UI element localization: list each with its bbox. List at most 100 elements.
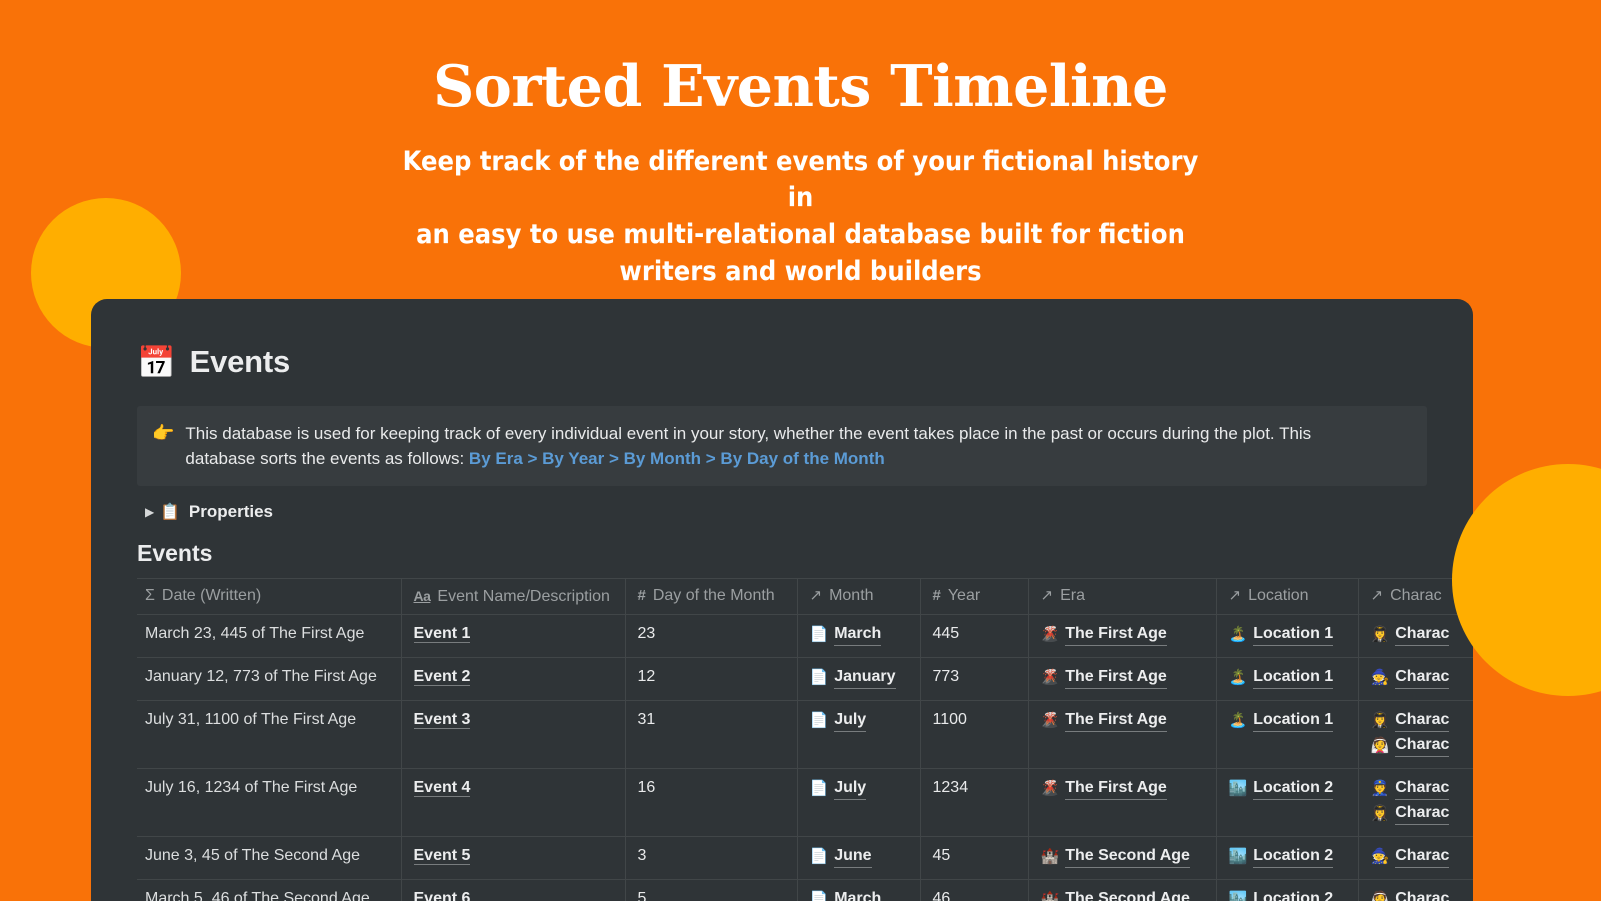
database-title: Events: [137, 540, 213, 566]
table-row[interactable]: March 5, 46 of The Second Age Event 6 5 📄 Ma…: [137, 879, 1474, 901]
relation-chip[interactable]: 🌋 The First Age: [1041, 709, 1204, 732]
event-page-link[interactable]: Event 1: [413, 625, 471, 643]
cell-location: 🏝️ Location 1: [1216, 700, 1359, 769]
relation-chip[interactable]: 🏙️ Location 2: [1229, 845, 1346, 868]
column-header-day-of-the-month[interactable]: # Day of the Month: [625, 578, 798, 615]
relation-emoji-icon: 📄: [809, 779, 829, 797]
table-row[interactable]: January 12, 773 of The First Age Event 2 1…: [137, 657, 1474, 701]
table-row[interactable]: July 16, 1234 of The First Age Event 4 16 📄…: [137, 768, 1474, 837]
relation-chip[interactable]: 🏝️ Location 1: [1229, 623, 1346, 646]
page-subtitle: Keep track of the different events of yo…: [402, 145, 1199, 287]
cell-year[interactable]: 445: [920, 614, 1029, 658]
info-callout: 👉 This database is used for keeping trac…: [137, 406, 1427, 486]
cell-day-of-month[interactable]: 16: [625, 768, 798, 837]
relation-chip[interactable]: 📄 June: [810, 845, 908, 868]
relation-label: The First Age: [1065, 777, 1167, 800]
cell-day-of-month[interactable]: 31: [625, 700, 798, 769]
table-row[interactable]: March 23, 445 of The First Age Event 1 23 📄…: [137, 614, 1474, 658]
relation-chip[interactable]: 🏙️ Location 2: [1229, 888, 1346, 901]
column-header-location[interactable]: ↗ Location: [1216, 578, 1359, 615]
event-page-link[interactable]: Event 3: [413, 711, 471, 729]
column-header-year[interactable]: # Year: [920, 578, 1029, 615]
event-page-link[interactable]: Event 4: [413, 779, 471, 797]
relation-chip[interactable]: 📄 July: [810, 709, 908, 732]
relation-chip[interactable]: 🏙️ Location 2: [1229, 777, 1346, 800]
relation-chip[interactable]: 🌋 The First Age: [1041, 777, 1204, 800]
relation-chip[interactable]: 🏝️ Location 1: [1229, 709, 1346, 732]
relation-chip[interactable]: 👩‍✈️ Charac: [1371, 802, 1474, 825]
notion-page-header: 📅 Events: [137, 344, 1473, 380]
properties-toggle[interactable]: ▶ 📋 Properties: [137, 502, 1473, 522]
relation-chip[interactable]: 🌋 The First Age: [1041, 623, 1204, 646]
relation-emoji-icon: 👩‍✈️: [1370, 804, 1390, 822]
column-header-label: Location: [1248, 587, 1309, 604]
relation-emoji-icon: 🧙: [1370, 847, 1390, 865]
relation-chip[interactable]: 🌋 The First Age: [1041, 666, 1204, 689]
relation-emoji-icon: 👮: [1370, 779, 1390, 797]
column-header-label: Era: [1060, 587, 1085, 604]
cell-year[interactable]: 1234: [920, 768, 1029, 837]
cell-day-of-month[interactable]: 5: [625, 879, 798, 901]
relation-emoji-icon: 🏙️: [1228, 847, 1248, 865]
cell-day-of-month[interactable]: 12: [625, 657, 798, 701]
table-row[interactable]: June 3, 45 of The Second Age Event 5 3 📄 Jun…: [137, 836, 1474, 880]
hero-section: Sorted Events Timeline Keep track of the…: [0, 0, 1601, 290]
relation-chip[interactable]: 👰 Charac: [1371, 734, 1474, 757]
sort-order-link[interactable]: By Era > By Year > By Month > By Day of …: [469, 449, 885, 468]
cell-characters: 👩‍✈️ Charac: [1358, 614, 1474, 658]
callout-text: This database is used for keeping track …: [185, 421, 1385, 471]
cell-date-written: July 16, 1234 of The First Age: [137, 768, 402, 837]
cell-year[interactable]: 1100: [920, 700, 1029, 769]
relation-chip[interactable]: 📄 March: [810, 888, 908, 901]
column-header-date-written[interactable]: Σ Date (Written): [137, 578, 402, 615]
cell-year[interactable]: 46: [920, 879, 1029, 901]
event-page-link[interactable]: Event 2: [413, 668, 471, 686]
event-page-link[interactable]: Event 5: [413, 847, 471, 865]
cell-day-of-month[interactable]: 3: [625, 836, 798, 880]
cell-month: 📄 June: [797, 836, 921, 880]
cell-day-of-month[interactable]: 23: [625, 614, 798, 658]
relation-chip[interactable]: 🧙 Charac: [1371, 666, 1474, 689]
relation-chip[interactable]: 🧙 Charac: [1371, 845, 1474, 868]
cell-year[interactable]: 45: [920, 836, 1029, 880]
cell-era: 🏰 The Second Age: [1028, 836, 1217, 880]
relation-chip[interactable]: 👩‍✈️ Charac: [1371, 709, 1474, 732]
notion-page-title: Events: [189, 344, 291, 379]
page-title: Sorted Events Timeline: [433, 53, 1168, 120]
events-table: Σ Date (Written) Aa Event Name/Description #…: [137, 578, 1473, 901]
cell-year[interactable]: 773: [920, 657, 1029, 701]
cell-event-name: Event 2: [401, 657, 626, 701]
column-header-era[interactable]: ↗ Era: [1028, 578, 1217, 615]
relation-label: Charac: [1395, 802, 1450, 825]
relation-label: The Second Age: [1065, 888, 1190, 901]
relation-label: July: [834, 777, 867, 800]
relation-emoji-icon: 🏝️: [1228, 711, 1248, 729]
column-header-event-name-description[interactable]: Aa Event Name/Description: [401, 578, 626, 615]
relation-chip[interactable]: 🏰 The Second Age: [1041, 845, 1204, 868]
relation-chip[interactable]: 📄 January: [810, 666, 908, 689]
text-icon: Aa: [413, 588, 431, 604]
cell-location: 🏝️ Location 1: [1216, 614, 1359, 658]
column-header-month[interactable]: ↗ Month: [797, 578, 921, 615]
cell-era: 🌋 The First Age: [1028, 700, 1217, 769]
event-page-link[interactable]: Event 6: [413, 890, 471, 901]
relation-chip[interactable]: 🏝️ Location 1: [1229, 666, 1346, 689]
column-header-label: Day of the Month: [652, 587, 775, 604]
cell-date-written: January 12, 773 of The First Age: [137, 657, 402, 701]
cell-event-name: Event 1: [401, 614, 626, 658]
relation-label: Charac: [1395, 709, 1450, 732]
chevron-right-icon[interactable]: ▶: [137, 506, 154, 518]
relation-chip[interactable]: 👩‍✈️ Charac: [1371, 623, 1474, 646]
relation-chip[interactable]: 🏰 The Second Age: [1041, 888, 1204, 901]
cell-month: 📄 July: [797, 700, 921, 769]
cell-date-written: March 23, 445 of The First Age: [137, 614, 402, 658]
relation-emoji-icon: 📄: [809, 668, 829, 686]
relation-chip[interactable]: 📄 March: [810, 623, 908, 646]
relation-chip[interactable]: 👮 Charac: [1371, 777, 1474, 800]
table-row[interactable]: July 31, 1100 of The First Age Event 3 31 📄…: [137, 700, 1474, 769]
cell-date-written: June 3, 45 of The Second Age: [137, 836, 402, 880]
cell-date-written: July 31, 1100 of The First Age: [137, 700, 402, 769]
table-header-row: Σ Date (Written) Aa Event Name/Description #…: [137, 578, 1473, 615]
relation-chip[interactable]: 📄 July: [810, 777, 908, 800]
relation-chip[interactable]: 👰 Charac: [1371, 888, 1474, 901]
